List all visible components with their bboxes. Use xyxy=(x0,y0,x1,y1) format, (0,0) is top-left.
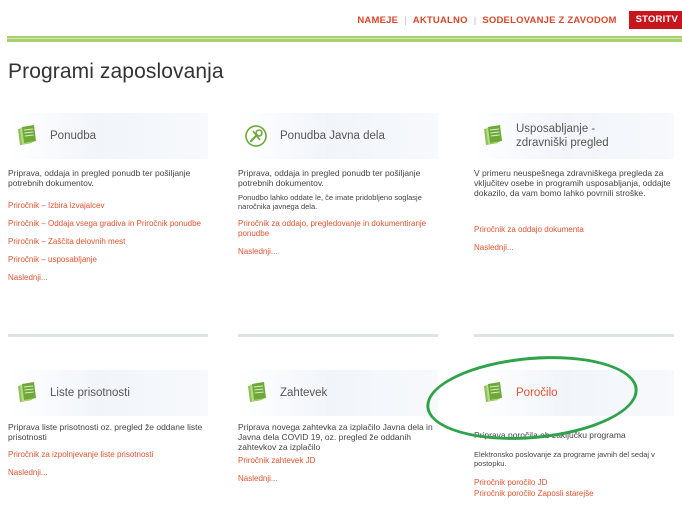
card-usposabljanje: Usposabljanje - zdravniški pregled V pri… xyxy=(474,113,680,343)
link-prirocnik-zascita[interactable]: Priročnik – Zaščita delovnih mest xyxy=(8,237,208,247)
card-note: Ponudbo lahko oddate le, če imate pridob… xyxy=(238,193,422,211)
link-prirocnik-oddaja[interactable]: Priročnik – Oddaja vsega gradiva in Prir… xyxy=(8,219,208,229)
link-prirocnik-porocilo-jd[interactable]: Priročnik poročilo JD xyxy=(474,478,674,488)
link-prirocnik-zahtevek[interactable]: Priročnik zahtevek JD xyxy=(238,456,438,466)
card-header[interactable]: Usposabljanje - zdravniški pregled xyxy=(474,113,674,159)
card-links: Priročnik zahtevek JD Naslednji... xyxy=(238,456,438,492)
link-prirocnik-usposabljanje[interactable]: Priročnik – usposabljanje xyxy=(8,255,208,265)
card-links: Priročnik za izpolnjevanje liste prisotn… xyxy=(8,450,208,486)
document-icon xyxy=(483,125,503,146)
card-links: Ponudbo lahko oddate le, če imate pridob… xyxy=(238,193,438,265)
link-prirocnik-oddaja-ponudbe[interactable]: Priročnik za oddajo, pregledovanje in do… xyxy=(238,219,438,239)
document-icon xyxy=(17,125,37,146)
card-ponudba: Ponudba Priprava, oddaja in pregled ponu… xyxy=(8,113,214,343)
page-title: Programi zaposlovanja xyxy=(8,60,224,83)
card-title[interactable]: Liste prisotnosti xyxy=(50,386,130,400)
card-header[interactable]: Ponudba Javna dela xyxy=(238,113,438,159)
card-title[interactable]: Ponudba xyxy=(50,129,96,143)
storitve-button[interactable]: STORITV xyxy=(628,11,682,29)
tools-icon xyxy=(245,125,267,147)
link-prirocnik-porocilo-starejse[interactable]: Priročnik poročilo Zaposli starejše xyxy=(474,489,674,499)
card-description: Priprava, oddaja in pregled ponudb ter p… xyxy=(8,168,191,188)
link-prirocnik-izbira[interactable]: Priročnik – Izbira izvajalcev xyxy=(8,201,208,211)
card-zahtevek: Zahtevek Priprava novega zahtevka za izp… xyxy=(238,370,444,509)
card-links: Priročnik – Izbira izvajalcev Priročnik … xyxy=(8,201,208,291)
top-navigation: NAMEJE | AKTUALNO | SODELOVANJE Z ZAVODO… xyxy=(351,11,682,29)
card-links: Elektronsko poslovanje za programe javni… xyxy=(474,450,674,507)
card-description: V primeru neuspešnega zdravniškega pregl… xyxy=(474,168,671,198)
header-green-bar xyxy=(7,36,682,42)
document-icon xyxy=(17,382,37,403)
link-naslednji[interactable]: Naslednji... xyxy=(8,468,208,478)
nav-link-nameje[interactable]: NAMEJE xyxy=(351,15,404,26)
link-naslednji[interactable]: Naslednji... xyxy=(238,247,438,257)
link-prirocnik-oddaja-dokumenta[interactable]: Priročnik za oddajo dokumenta xyxy=(474,225,674,235)
card-description: Priprava novega zahtevka za izplačilo Ja… xyxy=(238,422,433,452)
nav-link-sodelovanje[interactable]: SODELOVANJE Z ZAVODOM xyxy=(476,15,622,26)
card-links: Priročnik za oddajo dokumenta Naslednji.… xyxy=(474,225,674,261)
link-prirocnik-liste[interactable]: Priročnik za izpolnjevanje liste prisotn… xyxy=(8,450,208,460)
card-header[interactable]: Liste prisotnosti xyxy=(8,370,208,416)
card-divider xyxy=(8,334,208,337)
card-title[interactable]: Zahtevek xyxy=(280,386,327,400)
card-header[interactable]: Ponudba xyxy=(8,113,208,159)
link-naslednji[interactable]: Naslednji... xyxy=(8,273,208,283)
card-liste-prisotnosti: Liste prisotnosti Priprava liste prisotn… xyxy=(8,370,214,509)
link-naslednji[interactable]: Naslednji... xyxy=(474,243,674,253)
card-divider xyxy=(238,334,438,337)
document-icon xyxy=(247,382,267,403)
card-title[interactable]: Usposabljanje - zdravniški pregled xyxy=(516,122,646,150)
card-description: Priprava, oddaja in pregled ponudb ter p… xyxy=(238,168,421,188)
card-ponudba-javna-dela: Ponudba Javna dela Priprava, oddaja in p… xyxy=(238,113,444,343)
card-divider xyxy=(474,334,674,337)
card-header[interactable]: Zahtevek xyxy=(238,370,438,416)
card-description: Priprava liste prisotnosti oz. pregled ž… xyxy=(8,422,203,442)
card-title[interactable]: Ponudba Javna dela xyxy=(280,129,385,143)
card-note: Elektronsko poslovanje za programe javni… xyxy=(474,450,655,468)
link-naslednji[interactable]: Naslednji... xyxy=(238,474,438,484)
nav-link-aktualno[interactable]: AKTUALNO xyxy=(407,15,474,26)
